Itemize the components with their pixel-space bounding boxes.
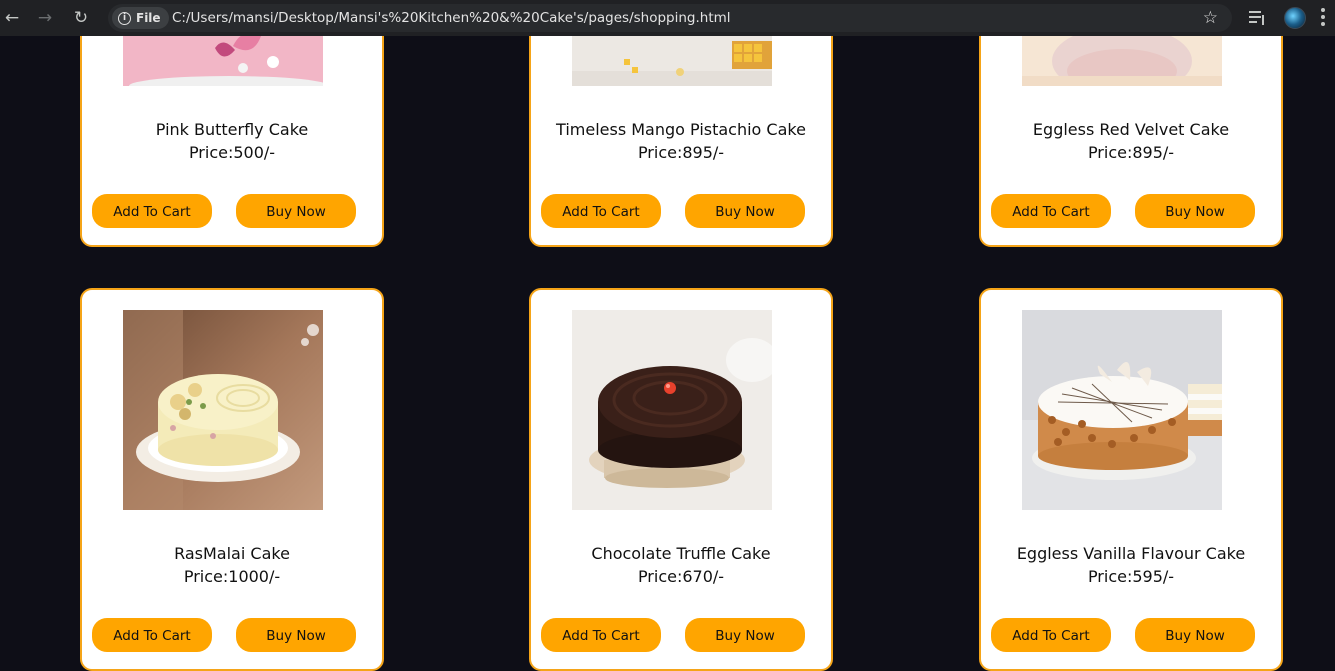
shopping-page: Pink Butterfly Cake Price:500/- Add To C… <box>0 36 1335 671</box>
add-to-cart-button[interactable]: Add To Cart <box>991 618 1111 652</box>
kebab-menu-icon[interactable] <box>1321 8 1325 28</box>
product-image <box>572 36 772 86</box>
product-price: Price:670/- <box>637 567 725 586</box>
product-card: Timeless Mango Pistachio Cake Price:895/… <box>529 36 833 247</box>
product-name: Pink Butterfly Cake <box>155 120 309 139</box>
add-to-cart-button[interactable]: Add To Cart <box>92 194 212 228</box>
product-image <box>1022 310 1222 510</box>
product-image <box>123 310 323 510</box>
product-image <box>123 36 323 86</box>
product-price: Price:895/- <box>1087 143 1175 162</box>
browser-toolbar: ← → ↻ i File C:/Users/mansi/Desktop/Mans… <box>0 0 1335 36</box>
product-image <box>1022 36 1222 86</box>
buy-now-button[interactable]: Buy Now <box>1135 194 1255 228</box>
product-name: Eggless Red Velvet Cake <box>1032 120 1230 139</box>
product-name: RasMalai Cake <box>174 544 290 563</box>
site-info-label: File <box>136 11 161 25</box>
address-bar[interactable]: i File C:/Users/mansi/Desktop/Mansi's%20… <box>108 4 1232 32</box>
product-price: Price:595/- <box>1087 567 1175 586</box>
buy-now-button[interactable]: Buy Now <box>685 618 805 652</box>
buy-now-button[interactable]: Buy Now <box>236 618 356 652</box>
bookmark-star-icon[interactable]: ☆ <box>1203 6 1218 30</box>
url-text[interactable]: C:/Users/mansi/Desktop/Mansi's%20Kitchen… <box>172 4 731 32</box>
buy-now-button[interactable]: Buy Now <box>1135 618 1255 652</box>
add-to-cart-button[interactable]: Add To Cart <box>541 194 661 228</box>
product-price: Price:1000/- <box>183 567 281 586</box>
product-card: Eggless Red Velvet Cake Price:895/- Add … <box>979 36 1283 247</box>
add-to-cart-button[interactable]: Add To Cart <box>541 618 661 652</box>
forward-arrow-icon[interactable]: → <box>35 8 55 28</box>
info-icon: i <box>118 11 131 25</box>
product-name: Eggless Vanilla Flavour Cake <box>1016 544 1246 563</box>
product-card: Chocolate Truffle Cake Price:670/- Add T… <box>529 288 833 671</box>
reload-icon[interactable]: ↻ <box>71 8 91 28</box>
media-queue-icon[interactable] <box>1249 6 1267 30</box>
product-name: Timeless Mango Pistachio Cake <box>556 120 806 139</box>
product-name: Chocolate Truffle Cake <box>591 544 771 563</box>
product-card: RasMalai Cake Price:1000/- Add To Cart B… <box>80 288 384 671</box>
product-card: Pink Butterfly Cake Price:500/- Add To C… <box>80 36 384 247</box>
buy-now-button[interactable]: Buy Now <box>236 194 356 228</box>
product-price: Price:500/- <box>188 143 276 162</box>
product-image <box>572 310 772 510</box>
buy-now-button[interactable]: Buy Now <box>685 194 805 228</box>
add-to-cart-button[interactable]: Add To Cart <box>92 618 212 652</box>
add-to-cart-button[interactable]: Add To Cart <box>991 194 1111 228</box>
site-info-chip[interactable]: i File <box>112 7 169 29</box>
back-arrow-icon[interactable]: ← <box>2 8 22 28</box>
product-card: Eggless Vanilla Flavour Cake Price:595/-… <box>979 288 1283 671</box>
product-price: Price:895/- <box>637 143 725 162</box>
profile-avatar-icon[interactable] <box>1284 7 1306 29</box>
